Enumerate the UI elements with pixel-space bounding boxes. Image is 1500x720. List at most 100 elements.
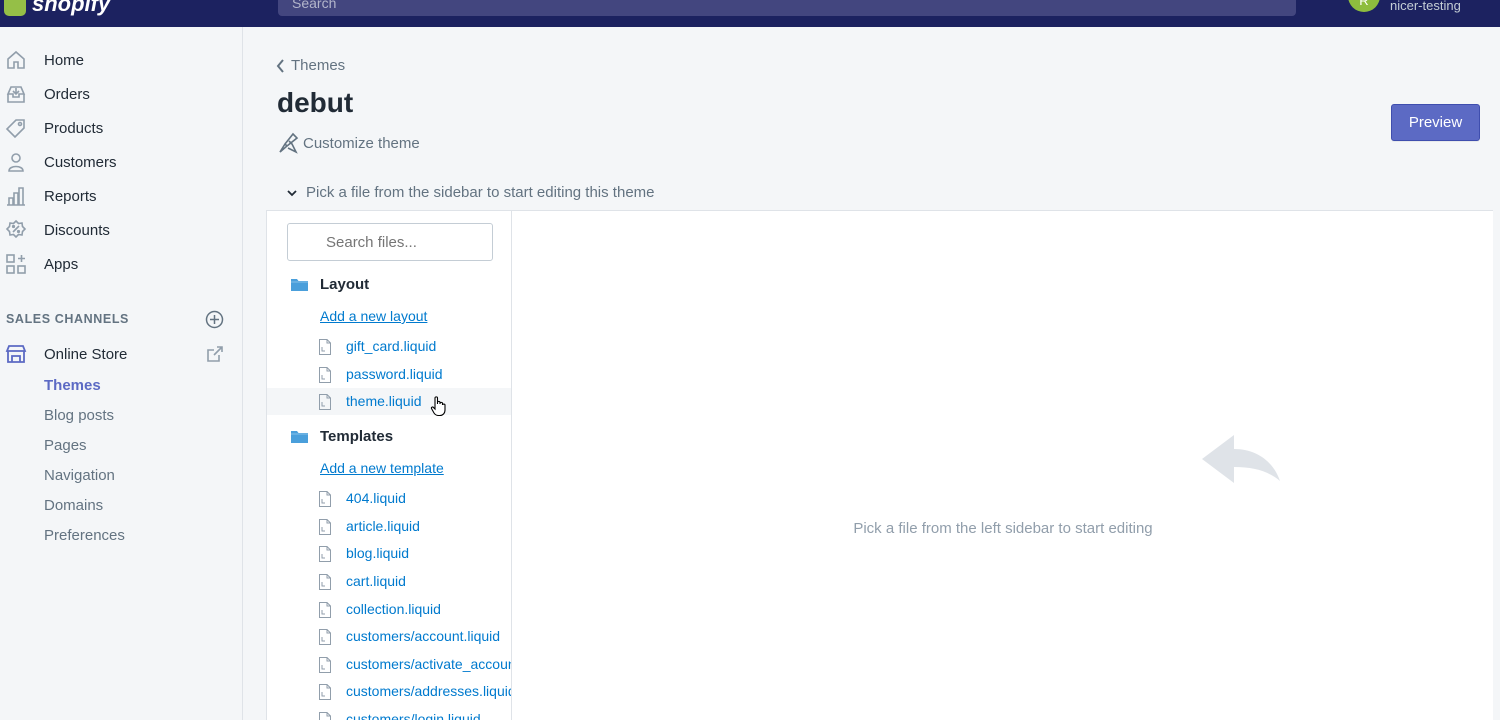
- file-row[interactable]: 404.liquid: [267, 485, 511, 512]
- file-icon: [319, 491, 331, 507]
- external-link-icon[interactable]: [206, 345, 224, 363]
- file-icon: [319, 574, 331, 590]
- search-placeholder: Search: [292, 0, 337, 11]
- file-sidebar: Layout Add a new layout gift_card.liquid…: [267, 211, 512, 720]
- file-name: cart.liquid: [346, 573, 406, 589]
- avatar: R: [1348, 0, 1380, 12]
- sidebar-sub-item-themes[interactable]: Themes: [44, 377, 101, 394]
- top-bar: shopify Search R nicer-testing: [0, 0, 1500, 27]
- global-search-input[interactable]: Search: [278, 0, 1296, 16]
- customize-theme-link[interactable]: Customize theme: [277, 132, 420, 154]
- apps-icon: [6, 254, 26, 274]
- file-icon: [319, 712, 331, 720]
- add-layout-link[interactable]: Add a new layout: [320, 308, 427, 324]
- sidebar-sub-item-navigation[interactable]: Navigation: [44, 467, 115, 484]
- file-name: blog.liquid: [346, 545, 410, 561]
- home-icon: [7, 50, 25, 69]
- preview-button[interactable]: Preview: [1391, 104, 1480, 141]
- folder-label: Layout: [320, 276, 370, 293]
- file-row[interactable]: article.liquid: [267, 513, 511, 540]
- file-row[interactable]: gift_card.liquid: [267, 333, 511, 360]
- file-row[interactable]: customers/activate_account.liquid: [267, 651, 511, 678]
- sidebar-item-customers[interactable]: Customers: [0, 145, 243, 179]
- code-editor: Layout Add a new layout gift_card.liquid…: [266, 210, 1493, 720]
- sidebar-item-discounts[interactable]: Discounts: [0, 213, 243, 247]
- templates-folder[interactable]: Templates: [291, 428, 393, 445]
- file-icon: [319, 546, 331, 562]
- file-icon: [319, 602, 331, 618]
- page-title: debut: [277, 87, 354, 118]
- file-name: customers/login.liquid: [346, 711, 481, 720]
- add-template-link[interactable]: Add a new template: [320, 460, 444, 476]
- sidebar-item-label: Customers: [44, 153, 117, 171]
- sidebar-item-label: Online Store: [44, 345, 128, 363]
- person-icon: [8, 153, 24, 172]
- file-row[interactable]: collection.liquid: [267, 596, 511, 623]
- sidebar-item-home[interactable]: Home: [0, 43, 243, 77]
- sidebar-item-label: Discounts: [44, 221, 110, 239]
- sidebar-item-products[interactable]: Products: [0, 111, 243, 145]
- sidebar-item-label: Reports: [44, 187, 97, 205]
- shopify-bag-icon: [4, 0, 26, 16]
- file-name: customers/activate_account.liquid: [346, 656, 511, 672]
- sidebar-item-label: Home: [44, 51, 85, 69]
- sidebar-item-apps[interactable]: Apps: [0, 247, 243, 281]
- customize-theme-label: Customize theme: [303, 134, 420, 152]
- sidebar-item-label: Apps: [44, 255, 79, 273]
- layout-folder[interactable]: Layout: [291, 276, 369, 293]
- sidebar-sub-item-pages[interactable]: Pages: [44, 437, 87, 454]
- breadcrumb[interactable]: Themes: [276, 57, 345, 74]
- file-icon: [319, 519, 331, 535]
- brand-name: shopify: [32, 0, 111, 16]
- sidebar-sub-item-preferences[interactable]: Preferences: [44, 527, 125, 544]
- file-name: password.liquid: [346, 366, 443, 382]
- paintbrush-icon: [279, 132, 299, 154]
- tag-icon: [5, 119, 25, 139]
- sidebar-item-label: Products: [44, 119, 104, 137]
- sidebar-sub-item-domains[interactable]: Domains: [44, 497, 103, 514]
- empty-editor-state: Pick a file from the left sidebar to sta…: [512, 211, 1494, 720]
- sidebar-item-online-store[interactable]: Online Store: [0, 337, 243, 371]
- file-row[interactable]: customers/account.liquid: [267, 623, 511, 650]
- sidebar-item-label: Orders: [44, 85, 90, 103]
- sales-channels-heading: SALES CHANNELS: [6, 312, 129, 326]
- sidebar: Home Orders Products Customers Reports D…: [0, 27, 243, 720]
- file-icon: [319, 339, 331, 355]
- sidebar-item-reports[interactable]: Reports: [0, 179, 243, 213]
- user-menu[interactable]: R nicer-testing: [1348, 0, 1461, 13]
- sidebar-sub-item-blog-posts[interactable]: Blog posts: [44, 407, 114, 424]
- folder-icon: [291, 279, 308, 291]
- file-row[interactable]: customers/addresses.liquid: [267, 678, 512, 705]
- folder-icon: [291, 431, 308, 443]
- sidebar-item-orders[interactable]: Orders: [0, 77, 243, 111]
- discount-icon: [5, 219, 27, 239]
- orders-icon: [6, 86, 26, 103]
- file-name: gift_card.liquid: [346, 338, 437, 354]
- file-row[interactable]: password.liquid: [267, 361, 511, 388]
- file-name: article.liquid: [346, 518, 420, 534]
- file-icon: [319, 684, 331, 700]
- file-row[interactable]: customers/login.liquid: [267, 706, 511, 720]
- search-files-input[interactable]: [287, 223, 493, 261]
- file-icon: [319, 629, 331, 645]
- editor-hint-toggle[interactable]: Pick a file from the sidebar to start ed…: [286, 184, 655, 201]
- shopify-logo[interactable]: shopify: [4, 0, 110, 18]
- bar-chart-icon: [7, 187, 25, 206]
- file-name: customers/addresses.liquid: [346, 683, 512, 699]
- file-icon: [319, 657, 331, 673]
- add-circle-icon[interactable]: [205, 310, 224, 329]
- undo-arrow-icon: [1202, 435, 1280, 483]
- folder-label: Templates: [320, 428, 394, 445]
- editor-hint-text: Pick a file from the sidebar to start ed…: [306, 184, 655, 201]
- chevron-down-icon: [287, 189, 297, 196]
- file-name: 404.liquid: [346, 490, 406, 506]
- hand-cursor-icon: [430, 396, 446, 417]
- file-row[interactable]: theme.liquid: [267, 388, 511, 415]
- file-icon: [319, 394, 331, 410]
- file-name: collection.liquid: [346, 601, 441, 617]
- file-row[interactable]: blog.liquid: [267, 540, 511, 567]
- file-name: theme.liquid: [346, 393, 422, 409]
- file-name: customers/account.liquid: [346, 628, 501, 644]
- file-row[interactable]: cart.liquid: [267, 568, 511, 595]
- store-icon: [5, 345, 27, 363]
